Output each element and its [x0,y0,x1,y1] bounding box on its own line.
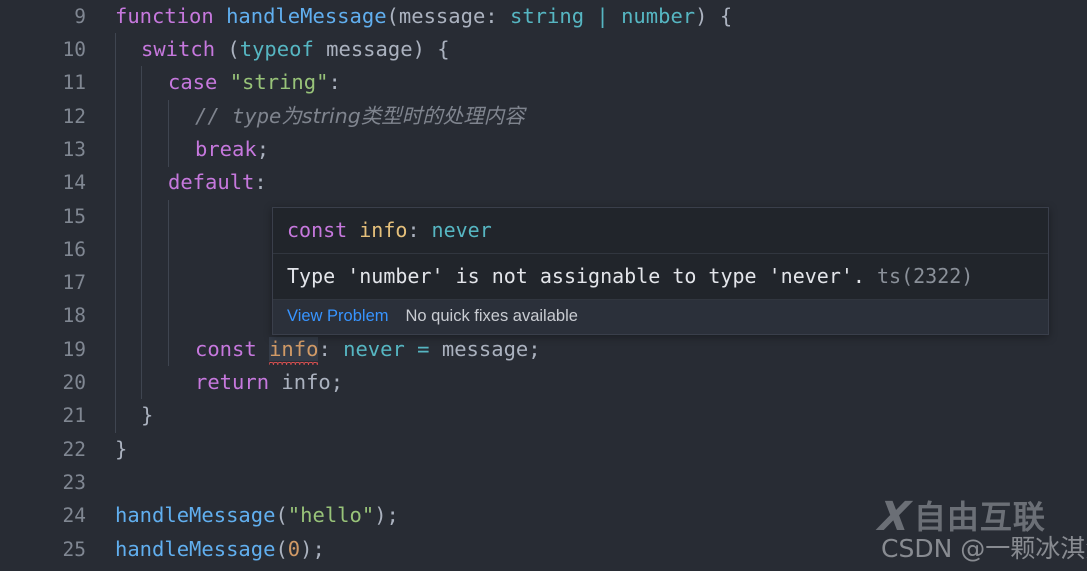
type-string: string [509,4,585,28]
keyword-const: const [287,218,348,242]
assign-operator: = [404,337,442,361]
code-line-11[interactable]: case "string": [115,66,341,99]
code-line-25[interactable]: handleMessage(0); [115,533,325,566]
comment-slashes: // [195,104,233,128]
code-line-13[interactable]: break; [115,133,269,166]
keyword-typeof: typeof [239,37,314,61]
keyword-break: break [195,137,257,161]
line-number: 19 [62,338,86,361]
line-number: 24 [62,504,86,527]
line-number: 17 [62,271,86,294]
keyword-return: return [195,370,270,394]
signature-type: never [431,218,492,242]
line-number: 23 [62,471,86,494]
keyword-switch: switch [141,37,216,61]
code-line-19[interactable]: const info: never = message; [115,333,541,366]
comment-cjk: 为string类型时的处理内容 [281,104,525,128]
brace-close: } [141,403,154,427]
code-line-12[interactable]: // type为string类型时的处理内容 [115,100,525,133]
paren-open: ( [386,4,399,28]
code-editor[interactable]: 9 10 11 12 13 14 15 16 17 18 19 20 21 22… [0,0,1087,571]
param-message: message [313,37,413,61]
union-pipe: | [584,4,622,28]
identifier-info: info [269,370,331,394]
string-literal: "hello" [287,503,375,527]
line-number: 21 [62,404,86,427]
quick-fix-status: No quick fixes available [405,307,578,325]
line-number: 9 [74,5,86,28]
code-line-21[interactable]: } [115,399,153,432]
keyword-const: const [195,337,257,361]
diagnostic-message: Type 'number' is not assignable to type … [287,264,865,288]
line-number-gutter: 9 10 11 12 13 14 15 16 17 18 19 20 21 22… [0,0,86,571]
line-number: 12 [62,105,86,128]
paren-close: ) [695,4,720,28]
value-message: message [441,337,529,361]
line-number: 14 [62,171,86,194]
function-call: handleMessage [115,537,276,561]
brace-open: { [437,37,450,61]
string-literal: "string" [229,70,329,94]
number-literal: 0 [287,537,301,561]
keyword-function: function [115,4,214,28]
code-line-24[interactable]: handleMessage("hello"); [115,499,399,532]
line-number: 16 [62,238,86,261]
line-number: 20 [62,371,86,394]
type-number: number [621,4,696,28]
line-number: 25 [62,538,86,561]
function-name: handleMessage [226,4,387,28]
param-message: message [398,4,486,28]
line-number: 10 [62,38,86,61]
hover-tooltip[interactable]: const info: never Type 'number' is not a… [272,207,1049,335]
line-number: 18 [62,304,86,327]
line-number: 13 [62,138,86,161]
type-never: never [343,337,405,361]
function-call: handleMessage [115,503,276,527]
error-identifier-info[interactable]: info [269,337,319,361]
comment-ascii: type [232,104,282,128]
code-line-10[interactable]: switch (typeof message) { [115,33,450,66]
code-line-20[interactable]: return info; [115,366,343,399]
code-line-9[interactable]: function handleMessage(message: string |… [115,0,732,33]
line-number: 11 [62,71,86,94]
brace-open: { [719,4,733,28]
hover-signature: const info: never [287,218,492,242]
brace-close: } [115,437,128,461]
line-number: 15 [62,205,86,228]
code-line-14[interactable]: default: [115,166,267,199]
hover-action-bar[interactable]: View Problem No quick fixes available [273,299,1048,334]
diagnostic-code: ts(2322) [877,264,974,288]
code-line-22[interactable]: } [115,433,127,466]
line-number: 22 [62,438,86,461]
view-problem-link[interactable]: View Problem [287,305,389,327]
keyword-case: case [168,70,218,94]
signature-name: info [347,218,408,242]
hover-diagnostic: Type 'number' is not assignable to type … [273,253,1048,299]
keyword-default: default [168,170,255,194]
